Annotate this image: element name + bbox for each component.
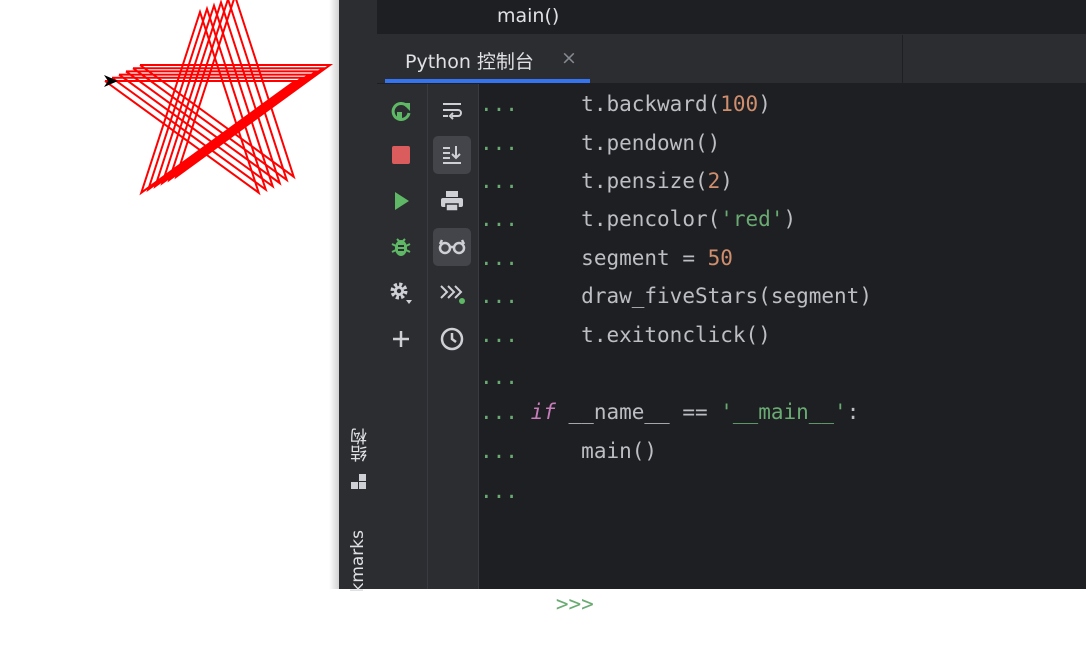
prompt-gap (518, 365, 531, 389)
code-text: segment = (581, 246, 708, 270)
console-line: ... t.pensize(2) (480, 162, 733, 200)
prompt-gap (518, 323, 531, 347)
scroll-to-end-icon[interactable] (433, 136, 471, 174)
prompt-gap (518, 207, 531, 231)
console-actions-toolbar (377, 84, 428, 589)
close-tab-icon[interactable]: × (561, 47, 577, 69)
continuation-prompt: ... (480, 284, 518, 308)
structure-icon[interactable] (351, 474, 367, 490)
stop-icon[interactable] (382, 136, 420, 174)
ide-window: 结构 kmarks main() Python 控制台 × ... t.back… (339, 0, 1086, 616)
console-line: ... t.pencolor('red') (480, 200, 796, 238)
input-prompt-line[interactable]: >>> (480, 547, 594, 616)
continuation-prompt: ... (480, 365, 518, 389)
code-keyword: if (530, 400, 556, 424)
code-text-end: ) (783, 207, 797, 231)
console-view-toolbar (428, 84, 479, 589)
input-prompt: >>> (555, 592, 594, 616)
prompt-gap (518, 92, 531, 116)
continuation-prompt: ... (480, 400, 518, 424)
continuation-prompt: ... (480, 439, 518, 463)
continuation-prompt: ... (480, 169, 518, 193)
code-literal: 50 (707, 246, 733, 270)
continuation-prompt: ... (480, 246, 518, 270)
code-text: draw_fiveStars(segment) (581, 284, 872, 308)
continuation-prompt: ... (480, 131, 518, 155)
console-line: ... t.pendown() (480, 124, 720, 162)
code-literal: '__main__' (720, 400, 847, 424)
prompt-gap (518, 439, 531, 463)
rerun-icon[interactable] (382, 92, 420, 130)
console-line: ... t.exitonclick() (480, 316, 771, 354)
code-text: t.pendown() (581, 131, 721, 155)
console-line: ... main() (480, 432, 657, 470)
prompt-gap (518, 169, 531, 193)
tool-window-tabbar: Python 控制台 × (377, 35, 1086, 84)
breadcrumb-text[interactable]: main() (497, 5, 559, 27)
console-line: ... if __name__ == '__main__': (480, 393, 859, 431)
window-shadow (329, 0, 339, 589)
python-console-output[interactable]: ... t.backward(100)... t.pendown()... t.… (479, 84, 1086, 616)
continuation-prompt: ... (480, 92, 518, 116)
code-literal: 'red' (720, 207, 784, 231)
history-icon[interactable] (433, 320, 471, 358)
prompt-gap (518, 400, 531, 424)
continuation-prompt: ... (480, 479, 518, 503)
tab-python-console[interactable]: Python 控制台 × (385, 35, 590, 83)
run-icon[interactable] (382, 182, 420, 220)
code-text: t.backward( (581, 92, 721, 116)
prompt-gap (518, 246, 531, 270)
settings-icon[interactable] (382, 274, 420, 312)
console-line: ... segment = 50 (480, 239, 733, 277)
code-text: __name__ == (555, 400, 721, 424)
structure-tool-label[interactable]: 结构 (348, 428, 373, 462)
tool-window-strip: 结构 kmarks (339, 0, 378, 593)
code-text-end: : (846, 400, 860, 424)
show-variables-icon[interactable] (433, 228, 471, 266)
print-icon[interactable] (433, 182, 471, 220)
prompt-gap (518, 479, 531, 503)
execute-icon[interactable] (433, 274, 471, 312)
console-line: ... (480, 358, 531, 396)
continuation-prompt: ... (480, 323, 518, 347)
code-literal: 2 (707, 169, 721, 193)
tab-separator (902, 35, 903, 83)
code-text: main() (581, 439, 658, 463)
tab-label: Python 控制台 (405, 51, 534, 73)
code-text: t.pencolor( (581, 207, 721, 231)
prompt-gap (518, 131, 531, 155)
debug-icon[interactable] (382, 228, 420, 266)
code-text: t.exitonclick() (581, 323, 771, 347)
code-text-end: ) (758, 92, 771, 116)
console-line: ... t.backward(100) (480, 85, 771, 123)
code-text: t.pensize( (581, 169, 708, 193)
turtle-canvas (0, 0, 339, 589)
console-line: ... draw_fiveStars(segment) (480, 277, 872, 315)
active-tab-indicator (385, 79, 590, 83)
editor-breadcrumb: main() (377, 0, 1086, 35)
console-line: ... (480, 472, 531, 510)
prompt-gap (518, 284, 531, 308)
code-text-end: ) (720, 169, 733, 193)
continuation-prompt: ... (480, 207, 518, 231)
bookmarks-tool-label[interactable]: kmarks (348, 530, 368, 593)
soft-wrap-icon[interactable] (433, 92, 471, 130)
add-icon[interactable] (382, 320, 420, 358)
five-stars-drawing (104, 0, 334, 196)
code-literal: 100 (720, 92, 759, 116)
